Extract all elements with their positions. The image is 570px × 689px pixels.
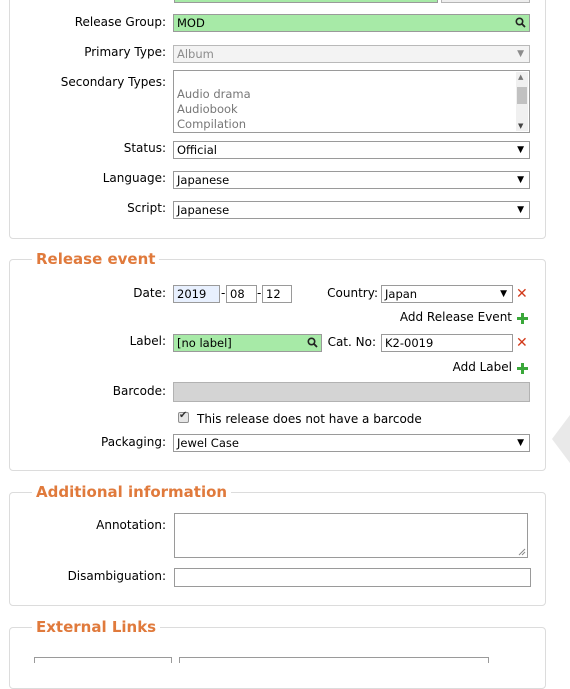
- status-select[interactable]: Official ▼: [173, 141, 530, 159]
- chevron-down-icon: ▼: [500, 289, 507, 299]
- chevron-down-icon: ▼: [517, 205, 524, 215]
- chevron-down-icon: ▼: [517, 175, 524, 185]
- primary-type-label: Primary Type:: [84, 45, 166, 59]
- add-label-icon[interactable]: [516, 362, 528, 374]
- listbox-scrollbar[interactable]: ▲ ▼: [516, 72, 528, 131]
- add-release-event-icon[interactable]: [516, 312, 528, 324]
- date-day-value: 12: [266, 287, 281, 301]
- country-select[interactable]: Japan ▼: [381, 285, 513, 303]
- release-group-label: Release Group:: [74, 15, 166, 29]
- country-value: Japan: [385, 287, 418, 301]
- no-barcode-checkbox[interactable]: [178, 410, 189, 423]
- external-links-legend: External Links: [32, 618, 161, 636]
- packaging-value: Jewel Case: [177, 436, 239, 450]
- disambiguation-label: Disambiguation:: [67, 569, 166, 583]
- add-label-link[interactable]: Add Label: [453, 360, 512, 374]
- scroll-up-icon[interactable]: ▲: [518, 73, 523, 81]
- date-separator: -: [257, 286, 262, 300]
- top-input-partial[interactable]: [174, 0, 438, 3]
- tooltip-pointer: [552, 415, 570, 463]
- script-label: Script:: [127, 201, 166, 215]
- primary-type-value: Album: [177, 47, 214, 61]
- no-barcode-label: This release does not have a barcode: [197, 412, 422, 426]
- scroll-down-icon[interactable]: ▼: [518, 122, 523, 130]
- date-day-input[interactable]: 12: [262, 285, 292, 303]
- top-button-partial[interactable]: [441, 0, 530, 3]
- status-value: Official: [177, 143, 217, 157]
- date-month-value: 08: [230, 287, 245, 301]
- primary-type-select: Album ▼: [173, 45, 530, 63]
- catno-input[interactable]: K2-0019: [381, 334, 513, 352]
- secondary-type-option[interactable]: Audiobook: [177, 102, 238, 116]
- language-select[interactable]: Japanese ▼: [173, 171, 530, 189]
- release-group-value: MOD: [177, 16, 205, 30]
- additional-information-legend: Additional information: [32, 483, 232, 501]
- scroll-thumb[interactable]: [517, 87, 527, 104]
- secondary-types-label: Secondary Types:: [60, 75, 166, 89]
- secondary-type-option[interactable]: Audio drama: [177, 87, 251, 101]
- annotation-textarea[interactable]: [174, 513, 528, 558]
- search-icon[interactable]: [515, 17, 526, 28]
- language-value: Japanese: [177, 173, 230, 187]
- country-label: Country:: [327, 286, 378, 300]
- label-label: Label:: [129, 334, 166, 348]
- release-group-input[interactable]: MOD: [173, 14, 530, 32]
- remove-label-icon[interactable]: ✕: [516, 336, 528, 350]
- label-value: [no label]: [177, 336, 232, 350]
- annotation-label: Annotation:: [96, 518, 166, 532]
- date-year-input[interactable]: 2019: [173, 285, 220, 303]
- secondary-type-option[interactable]: Compilation: [177, 117, 246, 131]
- search-icon[interactable]: [307, 337, 318, 348]
- catno-value: K2-0019: [385, 336, 434, 350]
- barcode-label: Barcode:: [112, 384, 166, 398]
- chevron-down-icon: ▼: [517, 49, 524, 59]
- status-label: Status:: [123, 141, 166, 155]
- external-link-url-input-partial[interactable]: [179, 657, 489, 663]
- external-link-type-select-partial[interactable]: [34, 657, 172, 663]
- language-label: Language:: [102, 171, 166, 185]
- date-separator: -: [221, 286, 226, 300]
- release-event-legend: Release event: [32, 250, 160, 268]
- date-month-input[interactable]: 08: [226, 285, 257, 303]
- remove-release-event-icon[interactable]: ✕: [516, 287, 528, 301]
- secondary-types-listbox[interactable]: Audio drama Audiobook Compilation ▲ ▼: [173, 70, 530, 133]
- packaging-label: Packaging:: [101, 435, 166, 449]
- date-label: Date:: [133, 286, 166, 300]
- chevron-down-icon: ▼: [517, 438, 524, 448]
- script-value: Japanese: [177, 203, 230, 217]
- resize-handle-icon[interactable]: [518, 548, 526, 556]
- add-release-event-link[interactable]: Add Release Event: [400, 310, 512, 324]
- disambiguation-input[interactable]: [174, 568, 531, 587]
- catno-label: Cat. No:: [327, 335, 376, 349]
- script-select[interactable]: Japanese ▼: [173, 201, 530, 219]
- barcode-input: [173, 382, 530, 402]
- label-input[interactable]: [no label]: [173, 334, 322, 352]
- packaging-select[interactable]: Jewel Case ▼: [173, 434, 530, 452]
- date-year-value: 2019: [177, 287, 207, 301]
- chevron-down-icon: ▼: [517, 145, 524, 155]
